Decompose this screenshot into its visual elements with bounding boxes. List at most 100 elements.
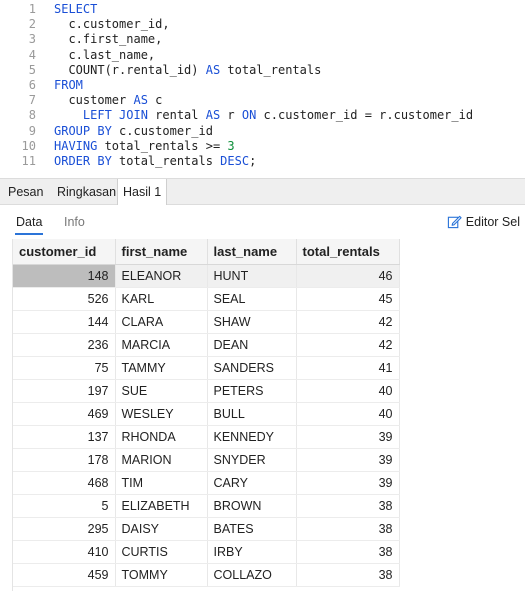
cell-first-name[interactable]: CURTIS [115, 540, 208, 564]
column-header[interactable]: total_rentals [296, 239, 400, 265]
sql-token: ; [249, 154, 257, 168]
table-row[interactable]: 459 TOMMY COLLAZO 38 [13, 563, 400, 587]
cell-customer-id[interactable]: 197 [13, 379, 116, 403]
column-header[interactable]: first_name [115, 239, 208, 265]
cell-first-name[interactable]: TAMMY [115, 356, 208, 380]
cell-first-name[interactable]: ELIZABETH [115, 494, 208, 518]
cell-customer-id[interactable]: 459 [13, 563, 116, 587]
table-row[interactable]: 5 ELIZABETH BROWN 38 [13, 494, 400, 518]
cell-total-rentals[interactable]: 38 [296, 563, 400, 587]
tab-pesan[interactable]: Pesan [3, 179, 48, 205]
cell-last-name[interactable]: CARY [207, 471, 297, 495]
cell-first-name[interactable]: ELEANOR [115, 264, 208, 288]
cell-editor-button[interactable]: Editor Sel [447, 214, 520, 229]
cell-first-name[interactable]: TOMMY [115, 563, 208, 587]
cell-last-name[interactable]: SNYDER [207, 448, 297, 472]
table-row[interactable]: 295 DAISY BATES 38 [13, 517, 400, 541]
cell-customer-id[interactable]: 137 [13, 425, 116, 449]
tab-ringkasan[interactable]: Ringkasan [52, 179, 121, 205]
cell-first-name[interactable]: RHONDA [115, 425, 208, 449]
cell-first-name[interactable]: KARL [115, 287, 208, 311]
column-header[interactable]: last_name [207, 239, 297, 265]
code-line[interactable]: 7 customer AS c [0, 93, 525, 108]
cell-last-name[interactable]: PETERS [207, 379, 297, 403]
cell-first-name[interactable]: SUE [115, 379, 208, 403]
cell-last-name[interactable]: SANDERS [207, 356, 297, 380]
cell-total-rentals[interactable]: 42 [296, 310, 400, 334]
cell-total-rentals[interactable]: 45 [296, 287, 400, 311]
code-line[interactable]: 6 FROM [0, 78, 525, 93]
cell-last-name[interactable]: DEAN [207, 333, 297, 357]
table-row[interactable]: 526 KARL SEAL 45 [13, 287, 400, 311]
cell-first-name[interactable]: TIM [115, 471, 208, 495]
code-line[interactable]: 10 HAVING total_rentals >= 3 [0, 139, 525, 154]
result-table: customer_id first_name last_name total_r… [13, 239, 400, 587]
cell-customer-id[interactable]: 144 [13, 310, 116, 334]
cell-last-name[interactable]: BROWN [207, 494, 297, 518]
table-row[interactable]: 469 WESLEY BULL 40 [13, 402, 400, 426]
tab-hasil-1[interactable]: Hasil 1 [117, 179, 168, 206]
cell-customer-id[interactable]: 178 [13, 448, 116, 472]
cell-total-rentals[interactable]: 39 [296, 448, 400, 472]
cell-total-rentals[interactable]: 46 [296, 264, 400, 288]
code-line[interactable]: 1 SELECT [0, 2, 525, 17]
code-line[interactable]: 5 COUNT(r.rental_id) AS total_rentals [0, 63, 525, 78]
code-line[interactable]: 9 GROUP BY c.customer_id [0, 124, 525, 139]
cell-total-rentals[interactable]: 38 [296, 517, 400, 541]
table-row[interactable]: 236 MARCIA DEAN 42 [13, 333, 400, 357]
cell-first-name[interactable]: WESLEY [115, 402, 208, 426]
cell-last-name[interactable]: BULL [207, 402, 297, 426]
cell-last-name[interactable]: HUNT [207, 264, 297, 288]
code-line[interactable]: 2 c.customer_id, [0, 17, 525, 32]
sql-keyword: ORDER BY [54, 154, 112, 168]
cell-customer-id[interactable]: 75 [13, 356, 116, 380]
table-row[interactable]: 137 RHONDA KENNEDY 39 [13, 425, 400, 449]
table-row[interactable]: 410 CURTIS IRBY 38 [13, 540, 400, 564]
cell-last-name[interactable]: SHAW [207, 310, 297, 334]
cell-last-name[interactable]: IRBY [207, 540, 297, 564]
cell-customer-id[interactable]: 468 [13, 471, 116, 495]
cell-total-rentals[interactable]: 39 [296, 425, 400, 449]
table-row[interactable]: 148 ELEANOR HUNT 46 [13, 264, 400, 288]
cell-total-rentals[interactable]: 40 [296, 379, 400, 403]
cell-last-name[interactable]: BATES [207, 517, 297, 541]
cell-total-rentals[interactable]: 38 [296, 494, 400, 518]
line-number: 2 [28, 17, 36, 32]
sql-editor[interactable]: 1 SELECT 2 c.customer_id, 3 c.first_name, 4 … [0, 0, 525, 178]
cell-total-rentals[interactable]: 40 [296, 402, 400, 426]
cell-customer-id[interactable]: 148 [13, 264, 116, 288]
table-row[interactable]: 178 MARION SNYDER 39 [13, 448, 400, 472]
code-line[interactable]: 4 c.last_name, [0, 48, 525, 63]
sql-keyword: SELECT [54, 2, 98, 16]
cell-last-name[interactable]: COLLAZO [207, 563, 297, 587]
table-row[interactable]: 75 TAMMY SANDERS 41 [13, 356, 400, 380]
cell-first-name[interactable]: DAISY [115, 517, 208, 541]
code-line[interactable]: 8 LEFT JOIN rental AS r ON c.customer_id… [0, 108, 525, 123]
cell-first-name[interactable]: CLARA [115, 310, 208, 334]
sql-keyword: DESC [220, 154, 250, 168]
cell-customer-id[interactable]: 5 [13, 494, 116, 518]
cell-customer-id[interactable]: 295 [13, 517, 116, 541]
cell-total-rentals[interactable]: 38 [296, 540, 400, 564]
result-grid[interactable]: customer_id first_name last_name total_r… [0, 239, 525, 591]
cell-total-rentals[interactable]: 39 [296, 471, 400, 495]
cell-customer-id[interactable]: 236 [13, 333, 116, 357]
cell-customer-id[interactable]: 410 [13, 540, 116, 564]
code-line[interactable]: 3 c.first_name, [0, 32, 525, 47]
cell-customer-id[interactable]: 469 [13, 402, 116, 426]
table-row[interactable]: 468 TIM CARY 39 [13, 471, 400, 495]
cell-last-name[interactable]: SEAL [207, 287, 297, 311]
table-row[interactable]: 144 CLARA SHAW 42 [13, 310, 400, 334]
cell-customer-id[interactable]: 526 [13, 287, 116, 311]
subtab-data[interactable]: Data [14, 215, 44, 235]
cell-first-name[interactable]: MARCIA [115, 333, 208, 357]
cell-total-rentals[interactable]: 42 [296, 333, 400, 357]
cell-first-name[interactable]: MARION [115, 448, 208, 472]
subtab-info[interactable]: Info [64, 215, 85, 229]
column-header[interactable]: customer_id [13, 239, 116, 265]
code-line[interactable]: 11 ORDER BY total_rentals DESC; [0, 154, 525, 169]
table-row[interactable]: 197 SUE PETERS 40 [13, 379, 400, 403]
sql-token: c [147, 93, 163, 108]
cell-total-rentals[interactable]: 41 [296, 356, 400, 380]
cell-last-name[interactable]: KENNEDY [207, 425, 297, 449]
